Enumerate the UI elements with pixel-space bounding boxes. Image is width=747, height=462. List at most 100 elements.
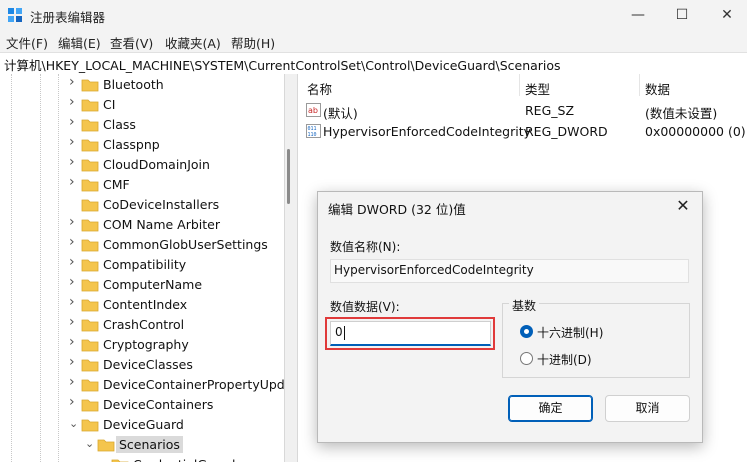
column-header-type[interactable]: 类型 (525, 79, 550, 98)
chevron-right-icon[interactable]: › (69, 295, 79, 309)
tree-item-label[interactable]: CloudDomainJoin (100, 156, 213, 173)
tree-item[interactable]: › Cryptography (0, 335, 284, 355)
tree-item[interactable]: › CI (0, 95, 284, 115)
ok-button[interactable]: 确定 (508, 395, 593, 422)
tree-item-label[interactable]: CoDeviceInstallers (100, 196, 222, 213)
chevron-right-icon[interactable]: › (69, 215, 79, 229)
tree-item[interactable]: › Classpnp (0, 135, 284, 155)
folder-icon (81, 159, 99, 172)
tree-item-label[interactable]: Cryptography (100, 336, 192, 353)
value-name-field[interactable]: HypervisorEnforcedCodeIntegrity (330, 259, 689, 283)
column-header-name[interactable]: 名称 (307, 79, 332, 98)
registry-editor-icon (8, 8, 22, 22)
dialog-close-button[interactable]: ✕ (673, 196, 693, 216)
value-data: 0x00000000 (0) (645, 124, 746, 139)
tree-item[interactable]: › Class (0, 115, 284, 135)
radio-selected-indicator[interactable] (520, 325, 533, 338)
tree-item-label[interactable]: Bluetooth (100, 76, 167, 93)
tree-item[interactable]: ⌄ DeviceGuard (0, 415, 284, 435)
address-path[interactable]: 计算机\HKEY_LOCAL_MACHINE\SYSTEM\CurrentCon… (4, 55, 561, 74)
tree-item-label[interactable]: Compatibility (100, 256, 189, 273)
tree-item[interactable]: ⌄ Scenarios (0, 435, 284, 455)
tree-item-label[interactable]: Class (100, 116, 139, 133)
chevron-right-icon[interactable]: › (69, 175, 79, 189)
tree-item[interactable]: CredentialGuard (0, 455, 284, 462)
folder-icon (81, 99, 99, 112)
chevron-right-icon[interactable]: › (69, 275, 79, 289)
column-divider[interactable] (519, 74, 520, 96)
tree-item[interactable]: › COM Name Arbiter (0, 215, 284, 235)
folder-icon (81, 259, 99, 272)
address-bar[interactable]: 计算机\HKEY_LOCAL_MACHINE\SYSTEM\CurrentCon… (0, 52, 747, 75)
radio-hex-label[interactable]: 十六进制(H) (537, 324, 603, 341)
tree-item[interactable]: › CommonGlobUserSettings (0, 235, 284, 255)
tree-item-label[interactable]: CredentialGuard (130, 456, 238, 462)
tree-item-label[interactable]: ContentIndex (100, 296, 190, 313)
menu-favorites[interactable]: 收藏夹(A) (165, 33, 221, 52)
tree-item-label[interactable]: DeviceClasses (100, 356, 196, 373)
string-value-icon: ab (306, 103, 321, 117)
maximize-button[interactable]: ☐ (668, 4, 696, 26)
chevron-right-icon[interactable]: › (69, 315, 79, 329)
chevron-right-icon[interactable]: › (69, 255, 79, 269)
menu-help[interactable]: 帮助(H) (231, 33, 275, 52)
column-header-data[interactable]: 数据 (645, 79, 670, 98)
radio-unselected-indicator[interactable] (520, 352, 533, 365)
chevron-right-icon[interactable]: › (69, 135, 79, 149)
chevron-right-icon[interactable]: › (69, 95, 79, 109)
value-name: HypervisorEnforcedCodeIntegrity (323, 124, 532, 139)
value-data-text: 0 (335, 325, 343, 339)
chevron-right-icon[interactable]: › (69, 355, 79, 369)
folder-icon (97, 439, 115, 452)
tree-item-label[interactable]: COM Name Arbiter (100, 216, 223, 233)
tree-item-label[interactable]: CMF (100, 176, 133, 193)
tree-item-label[interactable]: DeviceGuard (100, 416, 187, 433)
chevron-right-icon[interactable]: › (69, 375, 79, 389)
column-divider[interactable] (639, 74, 640, 96)
tree-item[interactable]: › DeviceContainers (0, 395, 284, 415)
tree-item-label[interactable]: Scenarios (116, 436, 183, 453)
chevron-down-icon[interactable]: ⌄ (85, 438, 95, 450)
chevron-right-icon[interactable]: › (69, 235, 79, 249)
dword-value-icon: 011 110 (306, 124, 321, 138)
svg-text:110: 110 (308, 132, 317, 138)
tree-item[interactable]: CoDeviceInstallers (0, 195, 284, 215)
menu-view[interactable]: 查看(V) (110, 33, 153, 52)
menu-file[interactable]: 文件(F) (6, 33, 48, 52)
tree-item-label[interactable]: CI (100, 96, 118, 113)
cancel-button[interactable]: 取消 (605, 395, 690, 422)
tree-scrollbar[interactable] (284, 74, 298, 462)
tree-item[interactable]: › ComputerName (0, 275, 284, 295)
tree-item-label[interactable]: Classpnp (100, 136, 163, 153)
chevron-right-icon[interactable]: › (69, 115, 79, 129)
chevron-right-icon[interactable]: › (69, 75, 79, 89)
tree-item[interactable]: › Compatibility (0, 255, 284, 275)
tree-item[interactable]: › DeviceContainerPropertyUpda (0, 375, 284, 395)
tree-item-label[interactable]: DeviceContainerPropertyUpda (100, 376, 284, 393)
chevron-down-icon[interactable]: ⌄ (69, 418, 79, 430)
chevron-right-icon[interactable]: › (69, 395, 79, 409)
value-data-label: 数值数据(V): (330, 300, 400, 314)
radio-dec-label[interactable]: 十进制(D) (537, 351, 592, 368)
tree-item[interactable]: › DeviceClasses (0, 355, 284, 375)
value-data-input[interactable]: 0 (330, 321, 491, 346)
tree-item[interactable]: › ContentIndex (0, 295, 284, 315)
chevron-right-icon[interactable]: › (69, 335, 79, 349)
scrollbar-thumb[interactable] (287, 149, 290, 204)
tree-item-label[interactable]: DeviceContainers (100, 396, 216, 413)
folder-icon (81, 299, 99, 312)
tree-item[interactable]: › CloudDomainJoin (0, 155, 284, 175)
close-button[interactable]: ✕ (713, 4, 741, 26)
folder-icon (81, 119, 99, 132)
menu-edit[interactable]: 编辑(E) (58, 33, 101, 52)
tree-item[interactable]: › Bluetooth (0, 75, 284, 95)
tree-item-label[interactable]: CommonGlobUserSettings (100, 236, 271, 253)
tree-item-label[interactable]: ComputerName (100, 276, 205, 293)
tree-item[interactable]: › CrashControl (0, 315, 284, 335)
tree-item-label[interactable]: CrashControl (100, 316, 187, 333)
chevron-right-icon[interactable]: › (69, 155, 79, 169)
key-tree-pane[interactable]: › Bluetooth › CI › Class › Classpnp › CloudDomain… (0, 74, 284, 462)
tree-item[interactable]: › CMF (0, 175, 284, 195)
minimize-button[interactable]: — (624, 4, 652, 26)
folder-icon (81, 219, 99, 232)
